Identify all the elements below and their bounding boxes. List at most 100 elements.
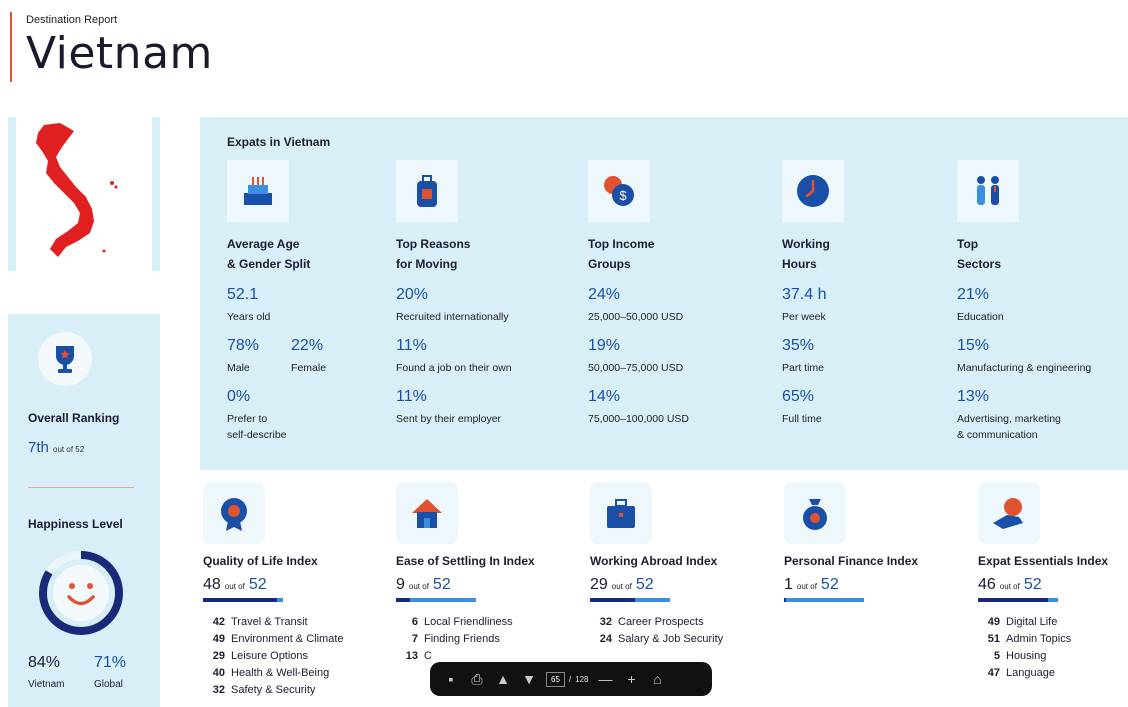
- sector-1-value: 21%: [957, 286, 990, 303]
- index-progress-bar: [396, 598, 476, 602]
- print-icon[interactable]: ⎙: [468, 670, 486, 688]
- index-title: Expat Essentials Index: [978, 554, 1109, 568]
- self-describe-value: 0%: [227, 388, 251, 405]
- female-label: Female: [291, 362, 327, 374]
- subtopic-label: Travel & Transit: [231, 616, 308, 628]
- index-column: Ease of Settling In Index 9 out of 52 6L…: [396, 482, 535, 665]
- income-3-label: 75,000–100,000 USD: [588, 413, 689, 425]
- hours-2-value: 35%: [782, 337, 815, 354]
- subtopic-rank: 5: [993, 650, 1000, 662]
- hours-2-label: Part time: [782, 362, 825, 374]
- subtopic-rank: 7: [411, 633, 418, 645]
- subtopic-label: Career Prospects: [618, 616, 704, 628]
- zoom-out-icon[interactable]: —: [597, 670, 615, 688]
- subtopic-item: 49 Digital Life: [978, 614, 1108, 631]
- index-subtopics: 42 Travel & Transit 49 Environment & Climat…: [203, 614, 344, 699]
- subtopic-item: 24 Salary & Job Security: [590, 631, 723, 648]
- index-total: 52: [820, 576, 839, 593]
- sector-2-value: 15%: [957, 337, 990, 354]
- subtopic-rank: 47: [987, 667, 1000, 679]
- ranking-number: 7th: [28, 439, 49, 456]
- page-title: Vietnam: [26, 28, 213, 79]
- subtopic-item: 7 Finding Friends: [396, 631, 535, 648]
- medal-icon: [203, 482, 265, 544]
- subtopic-item: 49 Environment & Climate: [203, 631, 344, 648]
- index-progress-fill: [784, 598, 786, 602]
- subtopic-label: Salary & Job Security: [618, 633, 724, 645]
- people-icon: [957, 160, 1019, 222]
- subtopic-rank: 40: [212, 667, 225, 679]
- subtopic-item: 47 Language: [978, 665, 1108, 682]
- subtopic-label: C: [424, 650, 432, 662]
- income-title: Top Income Groups: [588, 237, 655, 271]
- subtopic-label: Health & Well-Being: [231, 667, 330, 679]
- subtopic-rank: 32: [599, 616, 612, 628]
- subtopic-rank: 24: [599, 633, 612, 645]
- index-title: Ease of Settling In Index: [396, 554, 535, 568]
- index-title: Quality of Life Index: [203, 554, 318, 568]
- reason-3-value: 11%: [396, 388, 427, 405]
- left-summary-panel: Overall Ranking 7th out of 52 Happiness …: [8, 314, 160, 707]
- vietnam-map-icon: [36, 123, 118, 257]
- happiness-ring: [39, 551, 123, 635]
- zoom-in-icon[interactable]: +: [623, 670, 641, 688]
- index-progress-bar: [978, 598, 1058, 602]
- sector-3-value: 13%: [957, 388, 990, 405]
- happiness-global-value: 71%: [94, 654, 127, 671]
- subtopic-item: 6 Local Friendliness: [396, 614, 535, 631]
- subtopic-rank: 51: [987, 633, 1000, 645]
- hours-title: Working Hours: [782, 237, 830, 271]
- index-out-of: out of: [224, 582, 245, 591]
- index-rank: 46: [978, 576, 996, 593]
- reason-3-label: Sent by their employer: [396, 413, 502, 425]
- next-page-icon[interactable]: ▼: [520, 670, 538, 688]
- page-separator: /: [568, 674, 572, 684]
- hours-3-label: Full time: [782, 413, 822, 425]
- reason-2-label: Found a job on their own: [396, 362, 512, 374]
- overall-ranking-value: 7th out of 52: [28, 439, 84, 456]
- briefcase-icon: [590, 482, 652, 544]
- index-out-of: out of: [999, 582, 1020, 591]
- subtopic-label: Local Friendliness: [424, 616, 513, 628]
- index-column: Personal Finance Index 1 out of 52: [784, 482, 918, 614]
- income-1-value: 24%: [588, 286, 621, 303]
- svg-text:$: $: [619, 188, 627, 203]
- index-total: 52: [432, 576, 451, 593]
- global-label: Global: [94, 679, 123, 690]
- male-value: 78%: [227, 337, 260, 354]
- subtopic-rank: 49: [987, 616, 1000, 628]
- subtopic-rank: 49: [212, 633, 225, 645]
- index-column: Expat Essentials Index 46 out of 52 49 Di…: [978, 482, 1108, 682]
- subtopic-item: 32 Safety & Security: [203, 682, 344, 699]
- sector-3-label: Advertising, marketing & communication: [957, 413, 1061, 441]
- page-number-input[interactable]: 65: [546, 671, 565, 687]
- age-title: Average Age & Gender Split: [227, 237, 311, 271]
- pdf-viewer-toolbar: ▪ ⎙ ▲ ▼ 65 / 128 — + ⌂: [430, 662, 712, 696]
- previous-page-icon[interactable]: ▲: [494, 670, 512, 688]
- index-column: Working Abroad Index 29 out of 52 32 Care…: [590, 482, 723, 682]
- divider: [28, 487, 134, 488]
- income-2-label: 50,000–75,000 USD: [588, 362, 684, 374]
- age-gender-column: Average Age & Gender Split 52.1 Years old…: [227, 160, 326, 443]
- reasons-column: Top Reasons for Moving 20% Recruited inte…: [396, 160, 512, 427]
- page-indicator: 65 / 128: [546, 671, 589, 687]
- index-rank: 9: [396, 576, 405, 593]
- index-subtopics: 6 Local Friendliness 7 Finding Friends 13 C: [396, 614, 535, 665]
- index-title: Personal Finance Index: [784, 554, 919, 568]
- hours-1-value: 37.4 h: [782, 286, 827, 303]
- index-total: 52: [248, 576, 267, 593]
- vietnam-label: Vietnam: [28, 679, 65, 690]
- trophy-icon: [38, 332, 92, 386]
- subtopic-rank: 32: [212, 684, 225, 696]
- reasons-title: Top Reasons for Moving: [396, 237, 471, 271]
- self-describe-label: Prefer to self-describe: [227, 413, 287, 441]
- index-progress-fill: [396, 598, 410, 602]
- subtopic-label: Language: [1006, 667, 1055, 679]
- save-icon[interactable]: ▪: [442, 670, 460, 688]
- index-score: 1 out of 52: [784, 576, 918, 594]
- index-subtopics: 49 Digital Life 51 Admin Topics 5 Housing 47 La…: [978, 614, 1108, 682]
- hand-icon: [978, 482, 1040, 544]
- home-icon[interactable]: ⌂: [649, 670, 667, 688]
- income-1-label: 25,000–50,000 USD: [588, 311, 684, 323]
- subtopic-label: Environment & Climate: [231, 633, 344, 645]
